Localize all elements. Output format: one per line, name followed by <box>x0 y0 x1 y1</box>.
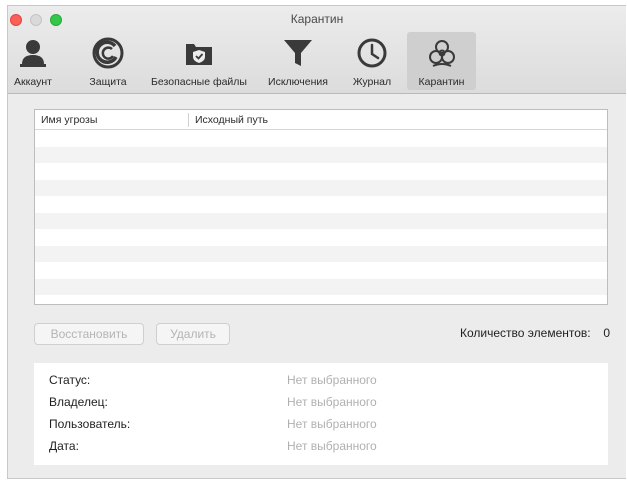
details-panel: Статус: Нет выбранного Владелец: Нет выб… <box>34 363 608 465</box>
table-row[interactable] <box>35 196 607 213</box>
table-row[interactable] <box>35 229 607 246</box>
column-divider[interactable] <box>188 113 189 127</box>
status-label: Статус: <box>49 373 91 387</box>
column-header-threat-name[interactable]: Имя угрозы <box>41 114 97 126</box>
column-header-source-path[interactable]: Исходный путь <box>195 114 268 126</box>
toolbar-log-label: Журнал <box>352 76 392 88</box>
toolbar-safe-files[interactable]: Безопасные файлы <box>144 32 254 90</box>
status-value: Нет выбранного <box>287 373 377 387</box>
biohazard-icon <box>428 40 455 67</box>
date-label: Дата: <box>49 439 79 453</box>
toolbar-protection[interactable]: Защита <box>84 32 132 90</box>
toolbar-quarantine[interactable]: Карантин <box>407 32 476 90</box>
toolbar-safe-files-label: Безопасные файлы <box>151 76 247 88</box>
owner-label: Владелец: <box>49 395 108 409</box>
user-label: Пользователь: <box>49 417 131 431</box>
table-row[interactable] <box>35 146 607 163</box>
user-value: Нет выбранного <box>287 417 377 431</box>
toolbar-account-label: Аккаунт <box>13 76 52 88</box>
table-row[interactable] <box>35 130 607 147</box>
table-row[interactable] <box>35 212 607 229</box>
safe-files-icon <box>186 44 212 65</box>
app-window: Карантин Аккаунт Защита Безопасные файлы… <box>7 5 626 479</box>
toolbar-exclusions-label: Исключения <box>268 76 328 88</box>
toolbar-quarantine-label: Карантин <box>418 76 465 88</box>
table-row[interactable] <box>35 262 607 279</box>
threat-table[interactable]: Имя угрозы Исходный путь <box>34 109 608 305</box>
delete-button[interactable]: Удалить <box>156 323 230 345</box>
table-row[interactable] <box>35 295 607 304</box>
date-value: Нет выбранного <box>287 439 377 453</box>
item-count-label: Количество элементов: <box>460 326 591 340</box>
exclusions-filter-icon <box>284 40 312 66</box>
table-header: Имя угрозы Исходный путь <box>35 110 607 130</box>
toolbar-log[interactable]: Журнал <box>348 32 396 90</box>
table-row[interactable] <box>35 179 607 196</box>
window-title: Карантин <box>290 12 344 26</box>
owner-value: Нет выбранного <box>287 395 377 409</box>
log-clock-icon <box>357 38 387 68</box>
toolbar-account[interactable]: Аккаунт <box>8 32 58 90</box>
table-row[interactable] <box>35 278 607 295</box>
toolbar-exclusions[interactable]: Исключения <box>262 32 334 90</box>
table-row[interactable] <box>35 163 607 180</box>
item-count-value: 0 <box>603 326 610 340</box>
restore-button[interactable]: Восстановить <box>34 323 144 345</box>
toolbar-protection-label: Защита <box>89 76 127 88</box>
titlebar: Карантин Аккаунт Защита Безопасные файлы… <box>8 6 626 94</box>
protection-icon <box>92 37 124 69</box>
item-count: Количество элементов: 0 <box>460 326 610 340</box>
account-icon <box>20 40 46 67</box>
table-row[interactable] <box>35 245 607 262</box>
